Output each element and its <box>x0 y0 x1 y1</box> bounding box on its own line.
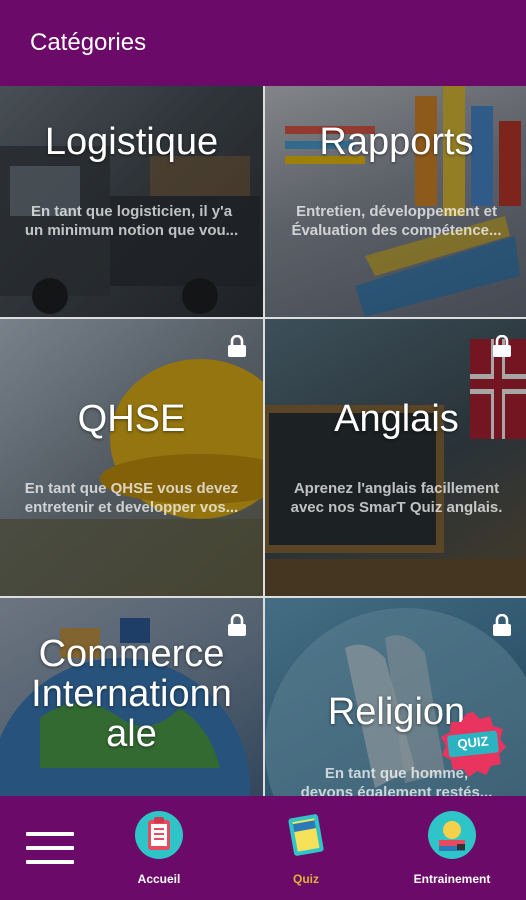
lock-icon <box>493 335 511 357</box>
nav-item-entrainement[interactable]: Entrainement <box>392 810 512 886</box>
clipboard-icon <box>134 810 184 860</box>
tile-overlay <box>0 319 263 596</box>
nav-label: Accueil <box>137 872 181 886</box>
tile-overlay <box>265 319 526 596</box>
category-grid: Logistique En tant que logisticien, il y… <box>0 86 526 796</box>
quiz-icon <box>281 810 331 860</box>
page-title: Catégories <box>30 29 147 56</box>
lock-icon <box>493 614 511 636</box>
menu-icon[interactable] <box>26 832 74 866</box>
lock-icon <box>228 614 246 636</box>
bottom-navigation: Accueil Quiz Entrainement <box>0 796 526 900</box>
category-title: Rapports <box>319 121 474 163</box>
category-description: Entretien, développement et Évaluation d… <box>291 203 502 239</box>
category-tile-commerce-international[interactable]: Commerce Internationn ale <box>0 598 263 796</box>
category-title: QHSE <box>77 398 186 440</box>
category-title: Logistique <box>44 121 219 163</box>
category-tile-rapports[interactable]: Rapports Entretien, développement et Éva… <box>265 86 526 317</box>
category-tile-anglais[interactable]: Anglais Aprenez l'anglais facillement av… <box>265 319 526 596</box>
nav-label: Entrainement <box>413 872 491 886</box>
training-icon <box>427 810 477 860</box>
nav-label: Quiz <box>293 872 319 886</box>
lock-icon <box>228 335 246 357</box>
nav-item-quiz[interactable]: Quiz <box>246 810 366 886</box>
nav-item-accueil[interactable]: Accueil <box>99 810 219 886</box>
category-title: Commerce Internationn ale <box>31 633 232 755</box>
category-description: En tant que logisticien, il y'a un minim… <box>24 203 239 239</box>
category-description: En tant que QHSE vous devez entretenir e… <box>24 480 239 516</box>
category-title: Anglais <box>334 398 459 440</box>
category-tile-qhse[interactable]: QHSE En tant que QHSE vous devez entrete… <box>0 319 263 596</box>
app-bar: Catégories <box>0 0 526 86</box>
category-tile-logistique[interactable]: Logistique En tant que logisticien, il y… <box>0 86 263 317</box>
quiz-badge[interactable]: QUIZ <box>438 710 508 780</box>
category-description: Aprenez l'anglais facillement avec nos S… <box>290 480 503 516</box>
